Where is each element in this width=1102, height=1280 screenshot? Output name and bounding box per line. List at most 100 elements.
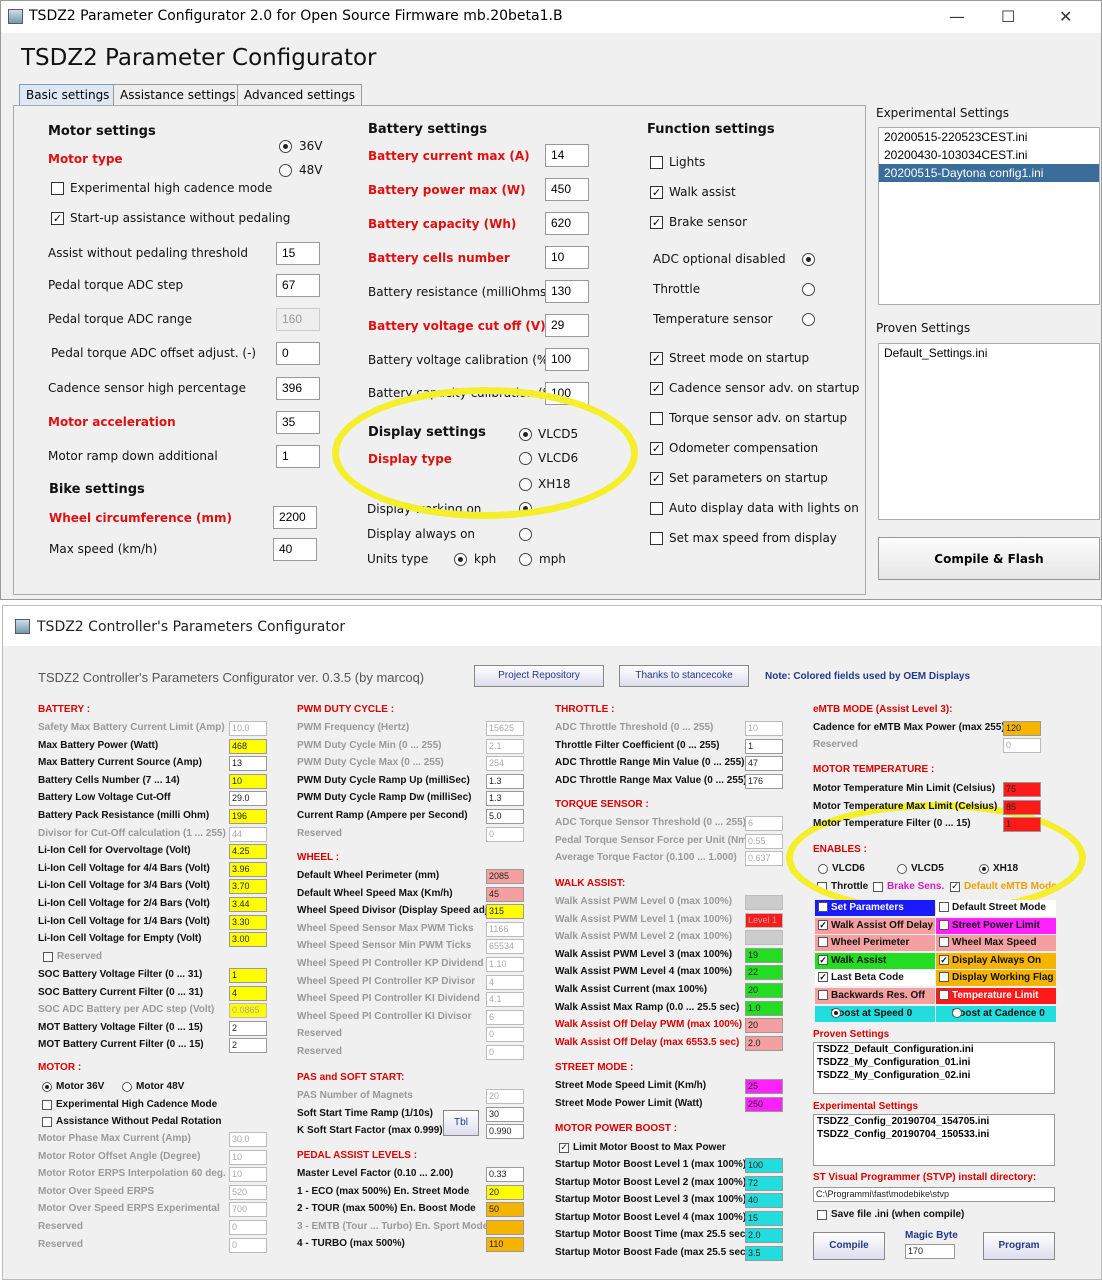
param-input[interactable]: 3.5 [745,1246,783,1261]
param-input[interactable]: 2 [229,1020,267,1036]
units-kph-radio[interactable] [454,553,467,566]
auto-display-checkbox[interactable] [650,502,663,515]
list-item[interactable]: TSDZ2_Default_Configuration.ini [814,1043,1054,1056]
param-input[interactable]: 700 [229,1202,267,1218]
param-input[interactable]: 2.0 [745,1035,783,1051]
cadence-high-input[interactable]: 396 [276,377,320,400]
param-input[interactable]: 176 [745,773,783,789]
param-input[interactable]: 4 [229,985,267,1001]
display-vlcd6-radio[interactable] [519,452,532,465]
param-input[interactable]: 2 [229,1038,267,1054]
param-input[interactable]: 19 [745,947,783,963]
motor-48v-radio[interactable] [122,1082,132,1092]
param-input[interactable]: 72 [745,1175,783,1191]
enable-checkbox[interactable] [939,972,949,983]
enable-checkbox[interactable]: ✓ [818,972,828,983]
param-input[interactable]: 1 [1003,817,1041,833]
display-xh18-radio[interactable] [519,478,532,491]
param-input[interactable]: 0 [229,1237,267,1253]
param-input[interactable]: 3.70 [229,879,267,895]
exp-cadence-checkbox[interactable] [42,1100,52,1110]
param-input[interactable]: 30 [486,1106,524,1122]
save-ini-checkbox[interactable] [817,1210,827,1220]
list-item[interactable]: 20200515-Daytona config1.ini [879,164,1099,182]
tab-assistance-settings[interactable]: Assistance settings [113,84,243,106]
maximize-icon[interactable]: ☐ [1001,7,1015,26]
enable-checkbox[interactable] [818,990,828,1000]
param-input[interactable]: 6 [745,816,783,831]
proven-list[interactable]: TSDZ2_Default_Configuration.ini TSDZ2_My… [813,1042,1055,1094]
throttle-checkbox[interactable] [817,882,827,892]
param-input[interactable]: 1.10 [486,957,524,972]
default-emtb-checkbox[interactable]: ✓ [950,882,960,892]
param-input[interactable]: 0.33 [486,1167,524,1182]
minimize-icon[interactable]: — [949,7,965,26]
param-input[interactable]: 1 [229,968,267,983]
compile-flash-button[interactable]: Compile & Flash [878,537,1100,580]
adc-disabled-radio[interactable] [802,253,815,266]
emtb-reserved-input[interactable]: 0 [1003,738,1041,753]
enable-item-left[interactable]: ✓ Last Beta Code [815,970,935,987]
enable-item-right[interactable]: Default Street Mode [936,900,1056,916]
param-input[interactable]: 1.3 [486,773,524,789]
reserved-checkbox[interactable] [43,952,53,962]
lights-checkbox[interactable] [650,156,663,169]
param-input[interactable]: 0.637 [745,851,783,867]
enable-checkbox[interactable] [939,990,949,1000]
param-input[interactable]: 4.25 [229,844,267,860]
param-input[interactable]: 75 [1003,782,1041,797]
param-input[interactable]: 0.55 [745,833,783,849]
param-input[interactable]: 1.0 [745,1000,783,1016]
param-input[interactable]: 0 [486,826,524,842]
battery-resistance-input[interactable]: 130 [545,280,589,303]
battery-current-input[interactable]: 14 [545,144,589,167]
enable-item-right[interactable]: Boost at Cadence 0 [936,1005,1056,1022]
param-input[interactable]: 30.0 [229,1132,267,1147]
param-input[interactable]: 110 [486,1237,524,1253]
param-input[interactable]: 2085 [486,869,524,884]
param-input[interactable]: 45 [486,886,524,902]
enable-item-right[interactable]: Wheel Max Speed [936,935,1056,952]
list-item[interactable]: TSDZ2_Config_20190704_150533.ini [814,1128,1054,1141]
param-input[interactable]: 0 [486,1027,524,1043]
param-input[interactable]: 44 [229,826,267,842]
battery-power-input[interactable]: 450 [545,178,589,201]
limit-boost-checkbox[interactable]: ✓ [559,1143,569,1153]
voltage-cutoff-input[interactable]: 29 [545,314,589,337]
param-input[interactable]: 20 [745,983,783,998]
param-input[interactable]: 468 [229,738,267,754]
display-always-radio[interactable] [519,528,532,541]
odometer-checkbox[interactable]: ✓ [650,442,663,455]
enable-checkbox[interactable] [952,1007,962,1018]
enable-item-left[interactable]: Wheel Perimeter [815,935,935,952]
param-input[interactable]: 1 [745,738,783,754]
param-input[interactable]: 520 [229,1184,267,1200]
torque-offset-input[interactable]: 0 [276,342,320,365]
param-input[interactable]: 10.0 [229,721,267,736]
param-input[interactable]: 3.96 [229,861,267,877]
exp-cadence-checkbox[interactable] [51,182,64,195]
enable-item-left[interactable]: Boost at Speed 0 [815,1005,935,1022]
param-input[interactable]: 0 [229,1220,267,1235]
param-input[interactable]: 254 [486,756,524,772]
enable-checkbox[interactable] [818,902,828,912]
set-params-checkbox[interactable]: ✓ [650,472,663,485]
list-item[interactable]: 20200430-103034CEST.ini [879,146,1099,164]
walk-assist-checkbox[interactable]: ✓ [650,186,663,199]
enable-checkbox[interactable] [831,1007,841,1018]
emtb-cadence-input[interactable]: 120 [1003,721,1041,736]
enable-checkbox[interactable] [939,937,949,948]
param-input[interactable]: 5.0 [486,809,524,824]
proven-list[interactable]: Default_Settings.ini [878,343,1100,520]
voltage-calibration-input[interactable]: 100 [545,348,589,371]
param-input[interactable]: 40 [745,1193,783,1209]
list-item[interactable]: TSDZ2_Config_20190704_154705.ini [814,1115,1054,1128]
param-input[interactable]: Level 1 [745,912,783,928]
param-input[interactable]: 22 [745,965,783,981]
display-working-radio[interactable] [519,502,532,515]
throttle-radio[interactable] [802,283,815,296]
tbl-button[interactable]: Tbl [443,1110,479,1136]
param-input[interactable]: 2.1 [486,738,524,754]
enable-item-right[interactable]: Street Power Limit [936,917,1056,934]
magic-byte-input[interactable]: 170 [905,1244,955,1259]
